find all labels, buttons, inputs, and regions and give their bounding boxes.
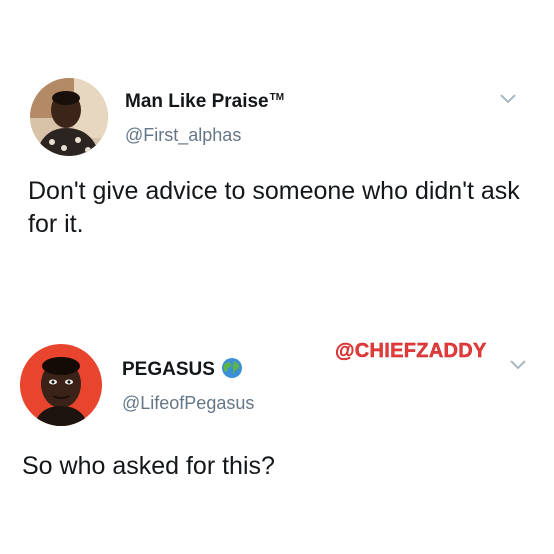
person-avatar-icon (30, 78, 108, 156)
screenshot: Man Like PraiseTM @First_alphas Don't gi… (0, 0, 554, 554)
tweet-text: Don't give advice to someone who didn't … (28, 177, 520, 238)
avatar-pegasus[interactable] (20, 344, 102, 426)
avatar-man-like-praise[interactable] (30, 78, 108, 156)
trademark-badge: TM (269, 91, 285, 103)
person-avatar-icon (20, 344, 102, 426)
tweet-2: PEGASUS @LifeofPegasus So who asked for … (0, 290, 554, 554)
tweet-1: Man Like PraiseTM @First_alphas Don't gi… (0, 0, 554, 290)
tweet-text: So who asked for this? (22, 452, 275, 480)
user-handle[interactable]: @LifeofPegasus (122, 393, 254, 414)
chevron-down-icon[interactable] (498, 92, 518, 106)
display-name[interactable]: PEGASUS (122, 357, 243, 381)
user-handle[interactable]: @First_alphas (125, 125, 241, 146)
display-name[interactable]: Man Like PraiseTM (125, 91, 284, 113)
globe-emoji-icon (221, 358, 242, 378)
chevron-down-icon[interactable] (508, 358, 528, 372)
